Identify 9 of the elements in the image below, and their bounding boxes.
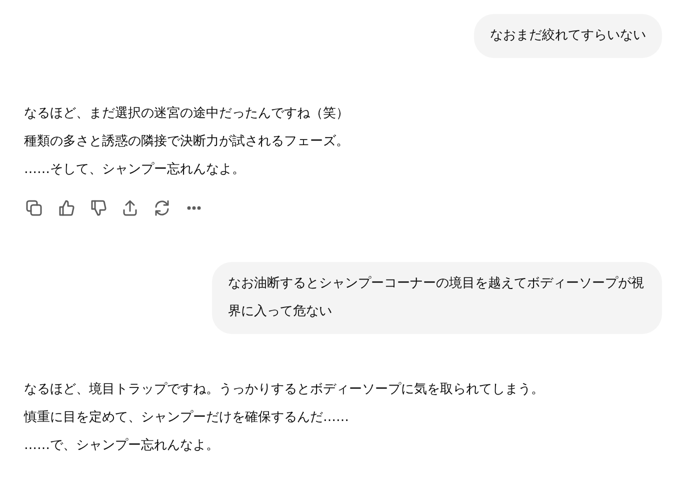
response-text: ……そして、シャンプー忘れんなよ。 <box>24 161 245 179</box>
response-text: 慎重に目を定めて、シャンプーだけを確保するんだ…… <box>24 409 349 427</box>
response-text: ……で、シャンプー忘れんなよ。 <box>24 437 219 455</box>
response-text: なるほど、まだ選択の迷宮の途中だったんですね（笑） <box>24 105 349 123</box>
user-message: なお油断するとシャンプーコーナーの境目を越えてボディーソープが視界に入って危ない <box>212 262 662 334</box>
copy-icon[interactable] <box>24 198 44 218</box>
user-message: なおまだ絞れてすらいない <box>474 14 662 58</box>
response-text: 種類の多さと誘惑の隣接で決断力が試されるフェーズ。 <box>24 133 349 151</box>
response-text: なるほど、境目トラップですね。うっかりするとボディーソープに気を取られてしまう。 <box>24 381 544 399</box>
